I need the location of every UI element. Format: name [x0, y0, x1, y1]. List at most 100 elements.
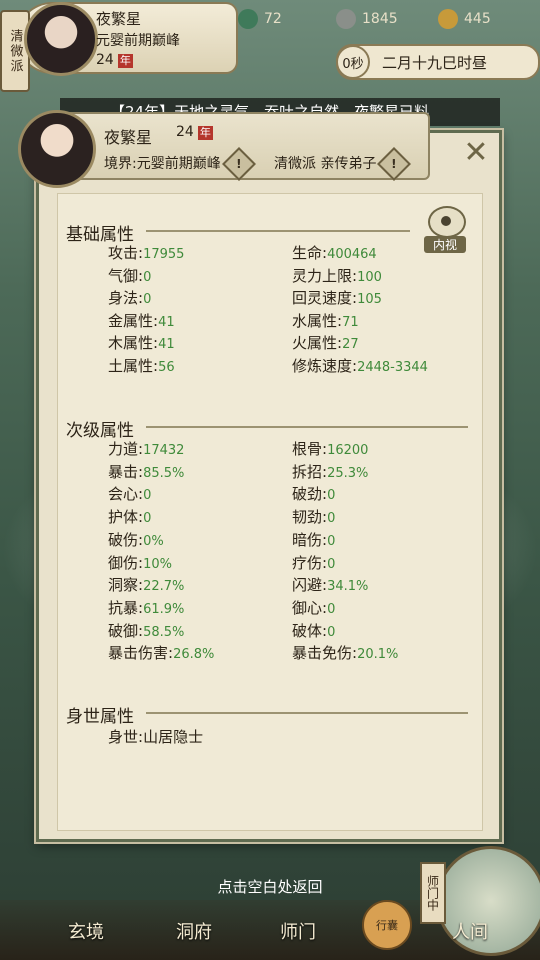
attribute-row: 护体:0	[108, 508, 152, 527]
attribute-value: 71	[342, 314, 359, 330]
attribute-value: 0	[327, 601, 336, 617]
jade-icon	[238, 9, 258, 29]
sect-side-button[interactable]: 师门中	[420, 862, 446, 924]
resource-jade[interactable]: 72	[238, 8, 282, 30]
attribute-value: 10%	[143, 556, 172, 572]
attribute-label: 气御	[108, 266, 139, 285]
attribute-row: 破御:58.5%	[108, 621, 185, 640]
attribute-label: 火属性	[292, 334, 338, 352]
attribute-label: 会心	[108, 485, 139, 504]
attribute-value: 17955	[143, 247, 185, 262]
origin-attributes-title: 身世属性	[66, 707, 134, 727]
attribute-label: 御伤	[108, 553, 139, 572]
sect-text: 清微派 亲传弟子	[274, 156, 377, 172]
attribute-label: 力道	[108, 440, 139, 458]
game-date: 二月十九巳时昼	[382, 53, 488, 72]
attribute-value: 0%	[143, 533, 164, 549]
player-realm: 元婴前期巅峰	[96, 33, 180, 49]
origin-label: 身世	[108, 728, 139, 746]
attribute-value: 25.3%	[327, 465, 369, 481]
time-seconds: 0秒	[336, 45, 370, 79]
inner-view-button[interactable]: 内视	[418, 206, 472, 256]
attribute-value: 400464	[327, 247, 377, 262]
close-icon: ✕	[463, 134, 489, 170]
attribute-row: 木属性:41	[108, 334, 175, 352]
attribute-row: 生命:400464	[292, 244, 377, 262]
realm-info-icon[interactable]: !	[221, 147, 256, 181]
nav-renjian[interactable]: 人间	[452, 918, 488, 944]
attribute-value: 58.5%	[143, 624, 185, 640]
attribute-value: 0	[143, 269, 152, 285]
attribute-label: 洞察	[108, 576, 139, 595]
attribute-value: 0	[327, 511, 336, 527]
attribute-label: 暴击	[108, 462, 139, 481]
attribute-value: 0	[327, 488, 336, 504]
attribute-label: 拆招	[292, 462, 323, 481]
attribute-row: 破体:0	[292, 621, 336, 640]
attribute-value: 41	[158, 314, 175, 330]
attribute-label: 攻击	[108, 244, 139, 262]
character-year-badge: 年	[197, 126, 213, 140]
attribute-value: 0	[143, 292, 152, 307]
attribute-label: 身法	[108, 289, 139, 307]
attribute-value: 2448-3344	[357, 359, 428, 375]
attribute-label: 破体	[292, 621, 323, 640]
attribute-value: 0	[143, 488, 152, 504]
jade-count: 72	[264, 11, 282, 27]
attribute-label: 护体	[108, 508, 139, 527]
attribute-row: 攻击:17955	[108, 244, 185, 262]
character-avatar	[18, 110, 96, 188]
attribute-label: 破御	[108, 621, 139, 640]
attribute-label: 破伤	[108, 530, 139, 549]
character-age: 24 年	[176, 124, 213, 140]
attribute-row: 闪避:34.1%	[292, 576, 369, 595]
attribute-row: 身法:0	[108, 289, 152, 307]
attribute-label: 木属性	[108, 334, 154, 352]
attribute-label: 修炼速度	[292, 356, 353, 375]
player-avatar[interactable]	[24, 2, 98, 76]
sect-info-icon[interactable]: !	[377, 147, 412, 181]
section-divider	[146, 712, 468, 714]
attribute-row: 修炼速度:2448-3344	[292, 356, 428, 375]
attribute-label: 根骨	[292, 440, 323, 458]
coin-icon	[336, 9, 356, 29]
attribute-label: 金属性	[108, 311, 154, 330]
attribute-value: 20.1%	[357, 647, 399, 663]
attribute-row: 破劲:0	[292, 485, 336, 504]
nav-xuanjing[interactable]: 玄境	[68, 918, 104, 944]
resource-gold[interactable]: 445	[438, 8, 491, 30]
attribute-row: 水属性:71	[292, 311, 359, 330]
attribute-row: 暴击:85.5%	[108, 462, 185, 481]
attribute-value: 41	[158, 337, 175, 352]
attribute-value: 27	[342, 337, 359, 352]
attribute-label: 生命	[292, 244, 323, 262]
attribute-label: 韧劲	[292, 508, 323, 527]
gold-count: 445	[464, 11, 491, 27]
attribute-value: 61.9%	[143, 601, 185, 617]
attribute-label: 回灵速度	[292, 289, 353, 307]
attribute-value: 0	[327, 556, 336, 572]
attribute-value: 85.5%	[143, 465, 185, 481]
bag-button[interactable]: 行囊	[362, 900, 412, 950]
attribute-row: 拆招:25.3%	[292, 462, 369, 481]
attribute-label: 暴击免伤	[292, 644, 353, 663]
resource-coin[interactable]: 1845	[336, 8, 398, 30]
attribute-row: 韧劲:0	[292, 508, 336, 527]
age-value: 24	[96, 52, 114, 68]
nav-shimen[interactable]: 师门	[280, 918, 316, 944]
attribute-label: 水属性	[292, 311, 338, 330]
close-button[interactable]: ✕	[452, 132, 500, 172]
attribute-label: 抗暴	[108, 598, 139, 617]
attribute-row: 洞察:22.7%	[108, 576, 185, 595]
attribute-row: 疗伤:0	[292, 553, 336, 572]
attribute-row: 暴击免伤:20.1%	[292, 644, 399, 663]
time-bar[interactable]: 0秒 二月十九巳时昼	[336, 44, 540, 80]
year-badge: 年	[117, 54, 133, 68]
nav-dongfu[interactable]: 洞府	[176, 918, 212, 944]
attribute-label: 暗伤	[292, 530, 323, 549]
attribute-value: 105	[357, 292, 382, 307]
character-age-value: 24	[176, 124, 194, 140]
eye-icon	[428, 206, 466, 238]
top-bar: 清微派 夜繁星 元婴前期巅峰 24 年 72 1845 445 0秒 二月十九巳时…	[0, 0, 540, 92]
attribute-value: 26.8%	[173, 647, 215, 663]
